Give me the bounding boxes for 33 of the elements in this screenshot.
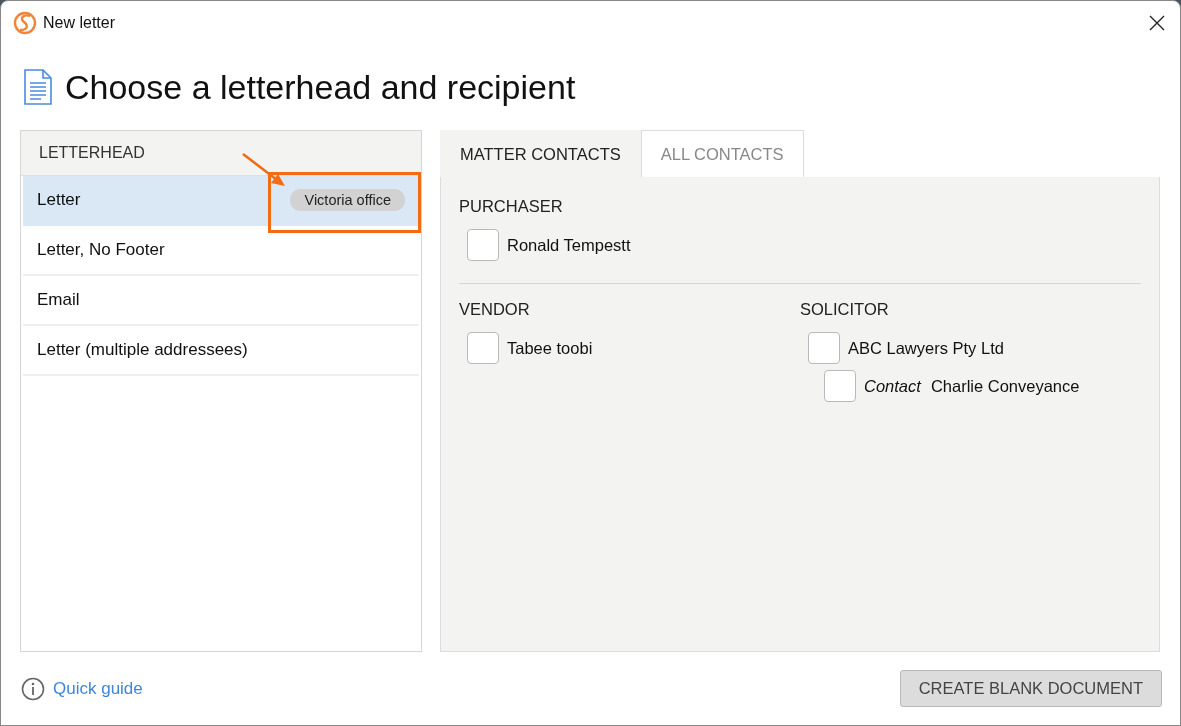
letterhead-label: Email: [37, 290, 80, 310]
letterhead-item[interactable]: Letter, No Footer: [23, 226, 419, 276]
contact-name: Tabee toobi: [507, 338, 593, 358]
group-heading: SOLICITOR: [800, 300, 890, 319]
window-title: New letter: [43, 14, 116, 32]
letterhead-item[interactable]: Email: [23, 276, 419, 326]
contacts-tab[interactable]: ALL CONTACTS: [640, 130, 804, 177]
annotation-arrow: [242, 153, 285, 186]
info-icon: [21, 676, 45, 701]
group-heading: PURCHASER: [459, 197, 564, 216]
group-heading: VENDOR: [459, 300, 531, 319]
checkbox[interactable]: [467, 229, 499, 261]
letterhead-item[interactable]: Letter Victoria office: [23, 176, 419, 226]
letterhead-header: LETTERHEAD: [21, 131, 421, 176]
letterhead-item[interactable]: Letter (multiple addressees): [23, 326, 419, 376]
document-icon: [23, 69, 53, 105]
contacts-tab[interactable]: MATTER CONTACTS: [440, 130, 641, 177]
quick-guide-link[interactable]: Quick guide: [21, 676, 143, 701]
contact-name: Ronald Tempestt: [507, 235, 631, 255]
contact-name: Charlie Conveyance: [930, 376, 1080, 396]
close-icon: [1149, 15, 1165, 31]
app-logo: [13, 11, 37, 35]
contact-name: ABC Lawyers Pty Ltd: [848, 338, 1004, 358]
create-blank-document-button[interactable]: CREATE BLANK DOCUMENT: [899, 670, 1162, 707]
dialog-heading: Choose a letterhead and recipient: [65, 67, 576, 107]
checkbox[interactable]: [824, 370, 856, 402]
office-tag: Victoria office: [290, 189, 405, 211]
checkbox[interactable]: [808, 332, 840, 364]
letterhead-label: Letter: [37, 190, 81, 210]
role-label: Contact: [864, 376, 921, 396]
checkbox[interactable]: [467, 332, 499, 364]
letterhead-label: Letter, No Footer: [37, 240, 165, 260]
letterhead-label: Letter (multiple addressees): [37, 340, 248, 360]
